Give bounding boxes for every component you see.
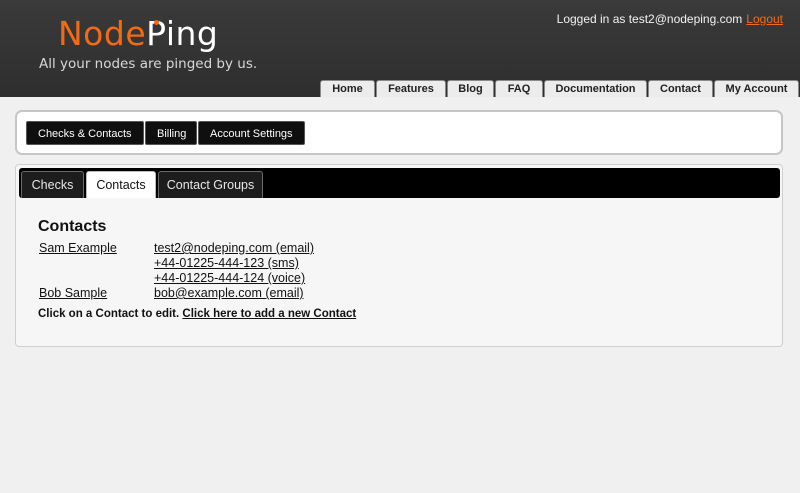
tagline: All your nodes are pinged by us.	[39, 56, 258, 72]
nav-my-account[interactable]: My Account	[714, 80, 799, 97]
tab-contacts[interactable]: Contacts	[86, 171, 156, 198]
account-settings-button[interactable]: Account Settings	[198, 121, 305, 145]
billing-button[interactable]: Billing	[145, 121, 197, 145]
nav-home[interactable]: Home	[320, 80, 375, 97]
nav-features[interactable]: Features	[376, 80, 446, 97]
site-header: NodePing All your nodes are pinged by us…	[0, 0, 800, 97]
nav-faq[interactable]: FAQ	[495, 80, 543, 97]
account-subnav: Checks & Contacts Billing Account Settin…	[15, 110, 783, 155]
login-status: Logged in as test2@nodeping.com Logout	[557, 12, 783, 26]
contacts-panel: Checks Contacts Contact Groups Contacts …	[15, 164, 783, 347]
nodeping-logo[interactable]: NodePing	[58, 14, 218, 54]
edit-instruction-text: Click on a Contact to edit.	[38, 308, 180, 320]
tab-checks[interactable]: Checks	[21, 171, 84, 198]
add-contact-link[interactable]: Click here to add a new Contact	[182, 308, 356, 320]
logged-in-text: Logged in as test2@nodeping.com	[556, 12, 743, 26]
nav-documentation[interactable]: Documentation	[544, 80, 647, 97]
contact-name-bob[interactable]: Bob Sample	[39, 286, 107, 300]
logout-link[interactable]: Logout	[746, 12, 783, 26]
section-tabbar: Checks Contacts Contact Groups	[19, 168, 780, 198]
contacts-instructions: Click on a Contact to edit. Click here t…	[38, 308, 356, 320]
nav-blog[interactable]: Blog	[447, 80, 494, 97]
contact-method[interactable]: +44-01225-444-123 (sms)	[154, 256, 299, 270]
contact-name-sam[interactable]: Sam Example	[39, 241, 117, 255]
contact-method[interactable]: bob@example.com (email)	[154, 286, 304, 300]
page-title: Contacts	[38, 218, 107, 235]
contact-method[interactable]: test2@nodeping.com (email)	[154, 241, 314, 255]
top-navigation: Home Features Blog FAQ Documentation Con…	[320, 80, 799, 97]
contact-method[interactable]: +44-01225-444-124 (voice)	[154, 271, 305, 285]
logo-dot-icon	[154, 20, 159, 25]
checks-contacts-button[interactable]: Checks & Contacts	[26, 121, 144, 145]
tab-contact-groups[interactable]: Contact Groups	[158, 171, 263, 198]
logo-node-text: Node	[58, 14, 147, 53]
nav-contact[interactable]: Contact	[648, 80, 713, 97]
